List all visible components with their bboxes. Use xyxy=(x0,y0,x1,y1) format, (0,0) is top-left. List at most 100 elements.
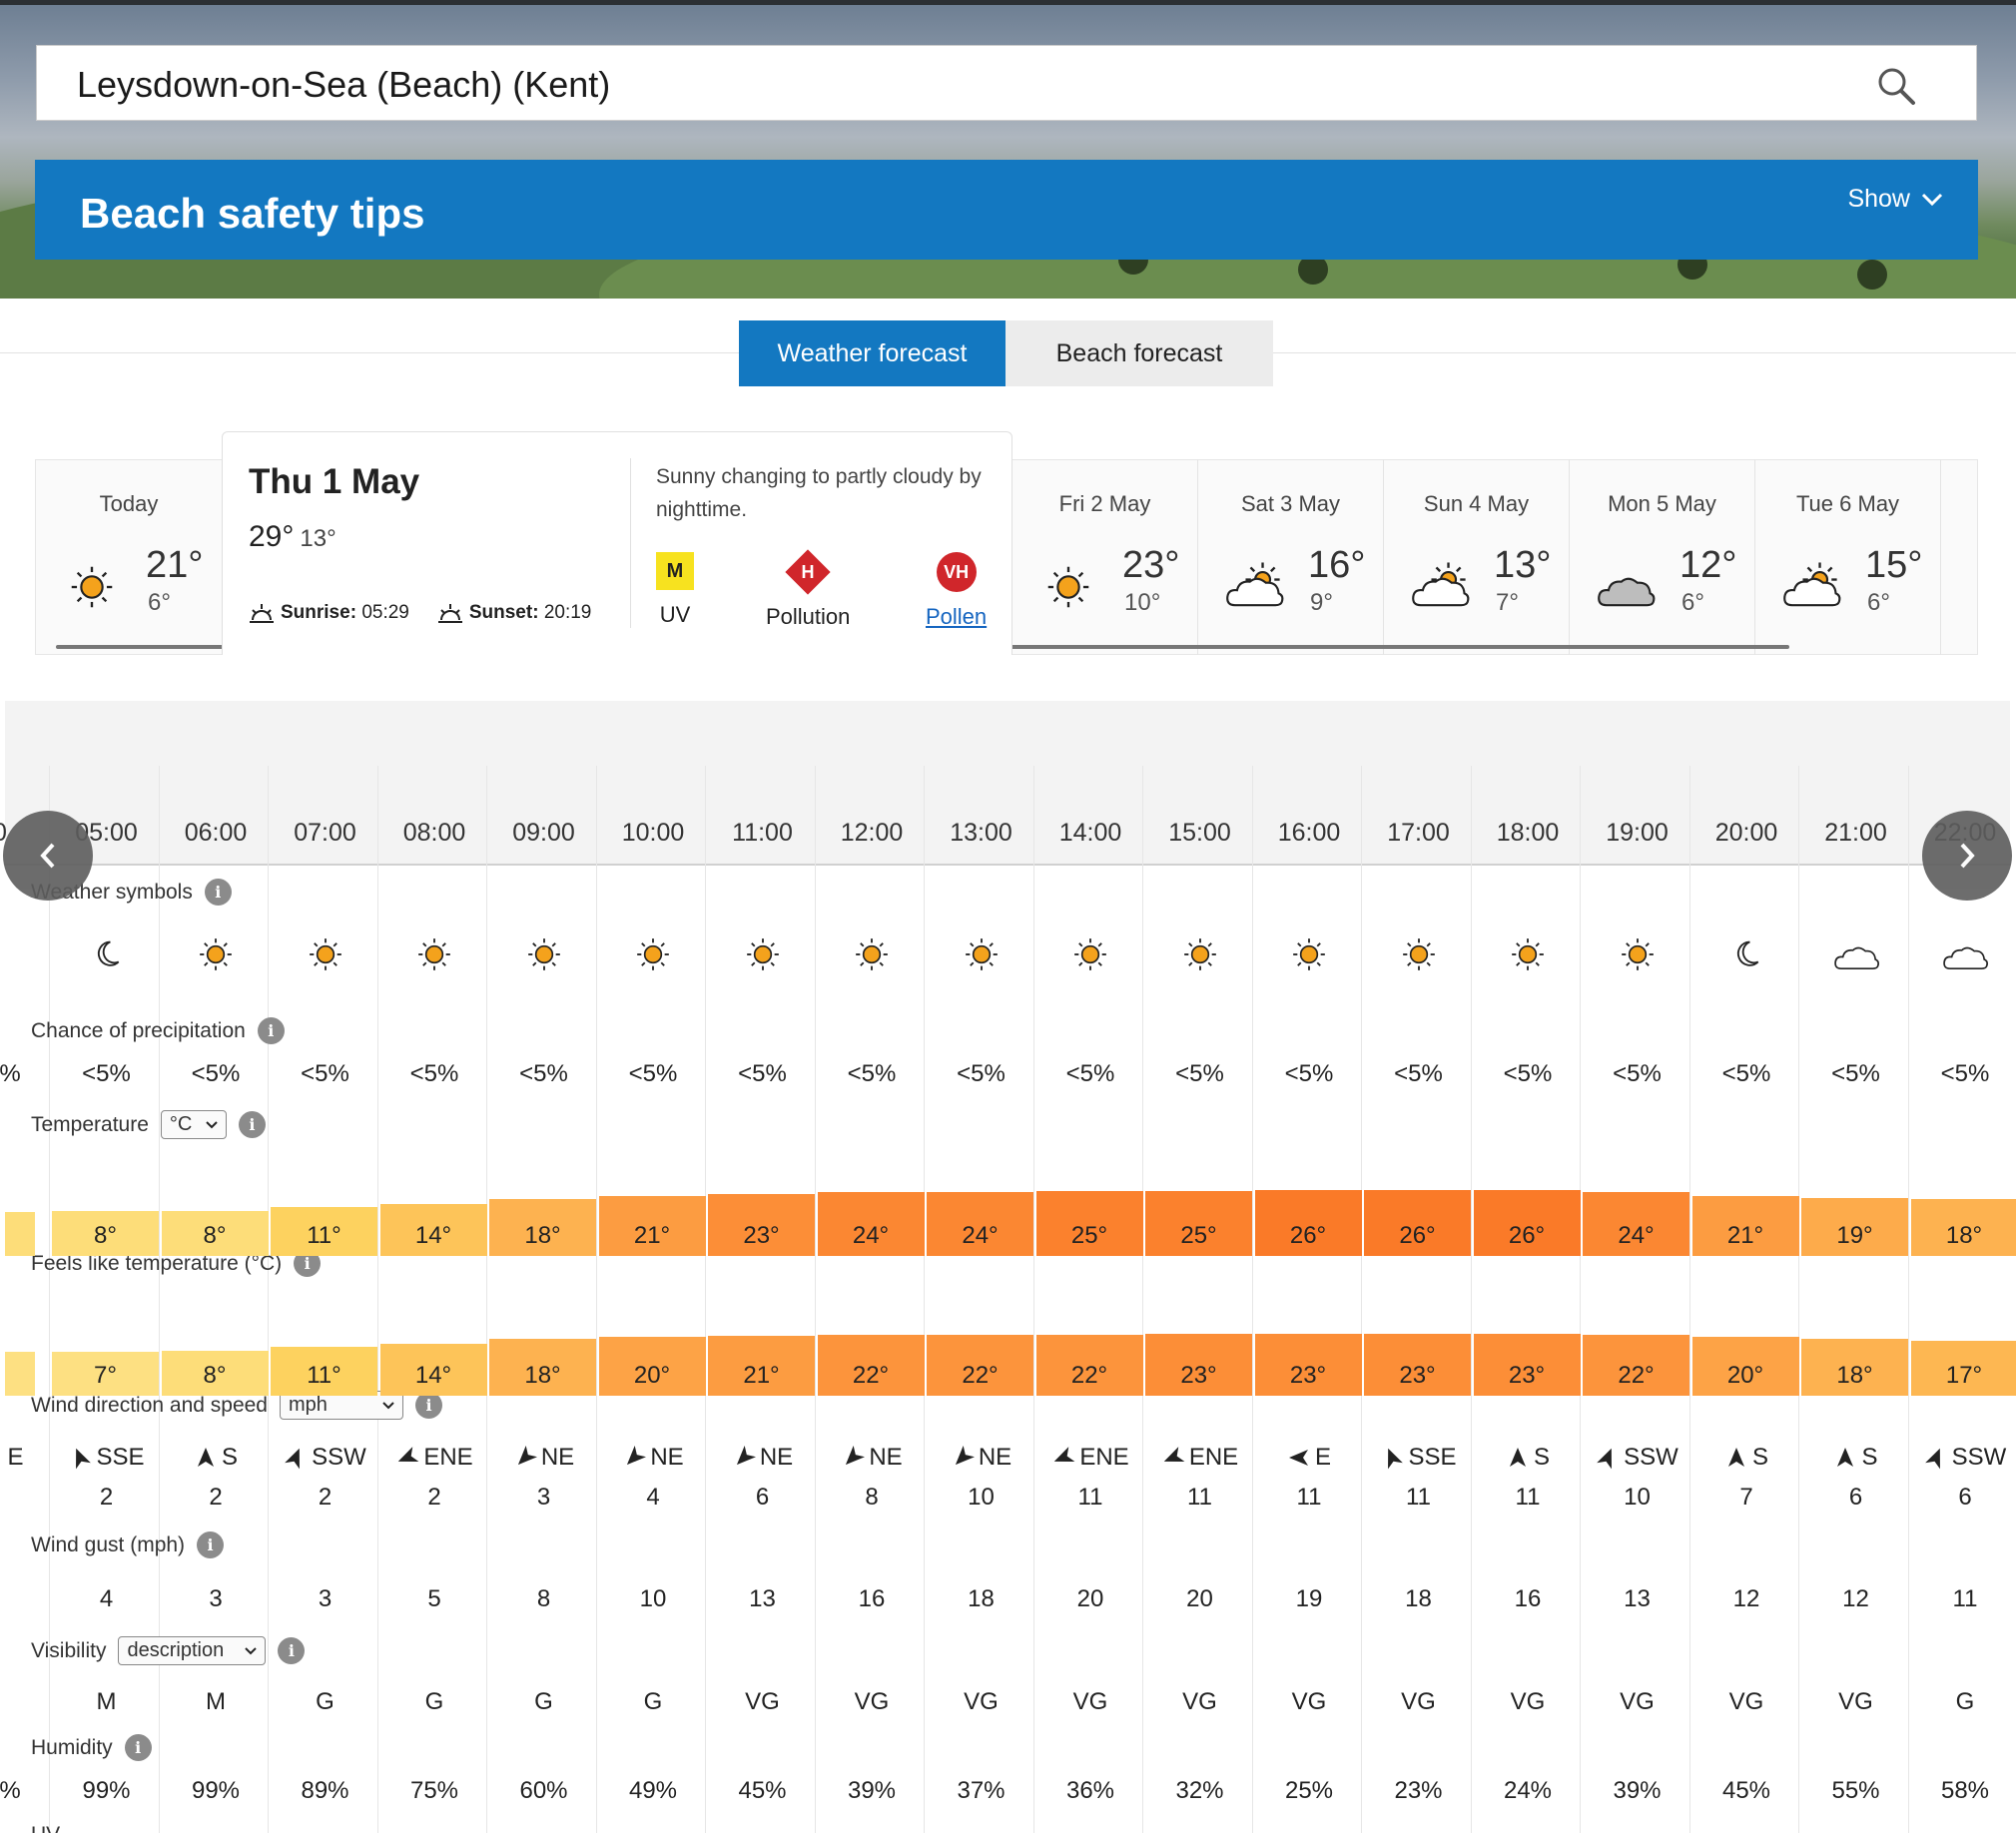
humidity-cell: 45% xyxy=(738,1777,787,1804)
hour-label: 18:00 xyxy=(1496,819,1560,847)
feels-like-cell: 22° xyxy=(1035,1334,1143,1396)
info-icon[interactable]: i xyxy=(414,1392,442,1419)
humidity-cell: 23% xyxy=(1394,1777,1443,1804)
uv-indicator[interactable]: M UV xyxy=(656,552,694,628)
day-card[interactable]: Tue 6 May 15° 6° xyxy=(1755,459,1941,655)
wind-arrow-icon xyxy=(1509,1448,1526,1467)
day-label: Sat 3 May xyxy=(1240,491,1341,516)
feels-like-cell: 20° xyxy=(1691,1337,1799,1396)
show-tips-button[interactable]: Show xyxy=(1847,185,1944,214)
humidity-cell: 24% xyxy=(1503,1777,1553,1804)
humidity-cell: 75% xyxy=(409,1777,459,1804)
uv-label: UV xyxy=(659,602,691,627)
visibility-cell: VG xyxy=(745,1688,780,1715)
info-icon[interactable]: i xyxy=(278,1637,306,1664)
hour-label: 19:00 xyxy=(1606,819,1669,847)
humidity-cell: 39% xyxy=(847,1777,897,1804)
tab-weather-forecast[interactable]: Weather forecast xyxy=(739,320,1006,386)
temperature-partial xyxy=(5,1212,35,1256)
feels-like-cell: 7° xyxy=(52,1352,159,1396)
scroll-left-button[interactable] xyxy=(3,811,93,901)
info-icon[interactable]: i xyxy=(257,1017,285,1044)
column-divider xyxy=(49,766,50,1833)
gust-cell: 4 xyxy=(99,1585,114,1612)
humidity-cell: 58% xyxy=(1940,1777,1990,1804)
temperature-label-text: Temperature xyxy=(31,1112,149,1136)
day-min-temp: 10° xyxy=(1124,589,1161,616)
day-min-temp: 6° xyxy=(1681,589,1704,616)
day-card[interactable]: Today 21° 6° xyxy=(36,459,223,655)
visibility-label-text: Visibility xyxy=(31,1638,107,1662)
precip-cell: <5% xyxy=(519,1060,568,1087)
wind-cell: S xyxy=(1474,1444,1583,1472)
precip-cell: <5% xyxy=(1284,1060,1334,1087)
day-card[interactable]: Sat 3 May 16° 9° xyxy=(1198,459,1384,655)
sun-icon xyxy=(71,566,113,608)
day-card-partial[interactable] xyxy=(1941,459,1977,655)
search-icon[interactable] xyxy=(1876,66,1916,106)
visibility-select[interactable]: description xyxy=(118,1636,267,1665)
info-icon[interactable]: i xyxy=(204,879,232,906)
feels-like-cell: 23° xyxy=(1364,1333,1471,1396)
precip-cell: <5% xyxy=(1940,1060,1990,1087)
visibility-cell: G xyxy=(534,1688,553,1715)
beach-safety-tips-panel: Beach safety tips Show xyxy=(35,160,1978,260)
info-icon[interactable]: i xyxy=(197,1531,225,1558)
day-label: Fri 2 May xyxy=(1058,491,1151,516)
temperature-cell: 25° xyxy=(1035,1191,1143,1256)
visibility-cell: VG xyxy=(1838,1688,1873,1715)
day-card[interactable]: Sun 4 May 13° 7° xyxy=(1384,459,1570,655)
hour-label: 12:00 xyxy=(840,819,904,847)
chevron-down-icon xyxy=(1921,193,1943,206)
wind-cell: ENE xyxy=(1145,1444,1254,1472)
weather-symbol-cell xyxy=(1036,926,1145,982)
pollution-indicator[interactable]: H Pollution xyxy=(766,549,850,630)
weather-symbol-cell xyxy=(927,926,1035,982)
feels-like-cell: 20° xyxy=(598,1337,706,1396)
show-label: Show xyxy=(1847,185,1910,213)
pollen-link[interactable]: Pollen xyxy=(926,604,987,630)
info-icon[interactable]: i xyxy=(124,1734,152,1761)
weather-symbol-cell xyxy=(162,926,271,982)
day-max-temp: 16° xyxy=(1308,544,1366,586)
tab-beach-forecast[interactable]: Beach forecast xyxy=(1006,320,1273,386)
feels-like-cell: 22° xyxy=(927,1334,1033,1396)
sunrise-label: Sunrise: xyxy=(281,602,357,624)
search-input[interactable]: Leysdown-on-Sea (Beach) (Kent) xyxy=(77,64,610,106)
tips-title: Beach safety tips xyxy=(80,190,425,237)
wind-arrow-icon xyxy=(1054,1447,1075,1462)
precip-cell: <5% xyxy=(191,1060,241,1087)
wind-arrow-icon xyxy=(1388,1448,1404,1470)
day-card[interactable]: Fri 2 May 23° 10° xyxy=(1012,459,1198,655)
wind-arrow-icon xyxy=(1288,1450,1308,1466)
selected-day-min: 13° xyxy=(300,525,336,552)
sun-cloud-icon xyxy=(1412,562,1470,607)
day-icon-wrap xyxy=(60,559,124,615)
feels-like-cell: 23° xyxy=(1473,1333,1581,1396)
wind-direction: SSW xyxy=(1951,1444,2007,1471)
day-card[interactable]: Mon 5 May 12° 6° xyxy=(1570,459,1755,655)
scroll-right-button[interactable] xyxy=(1922,811,2012,901)
temperature-cell: 26° xyxy=(1364,1190,1471,1256)
selected-day-max: 29° xyxy=(249,520,295,553)
weather-symbol-cell xyxy=(708,926,817,982)
grey-cloud-icon xyxy=(1598,577,1656,607)
humidity-cell: 49% xyxy=(628,1777,678,1804)
feels-like-partial xyxy=(5,1352,35,1396)
location-search[interactable]: Leysdown-on-Sea (Beach) (Kent) xyxy=(36,45,1977,121)
temperature-cell: 11° xyxy=(271,1207,377,1256)
sunrise: Sunrise: 05:29 xyxy=(249,602,409,624)
info-icon[interactable]: i xyxy=(238,1111,266,1138)
temperature-unit-select[interactable]: °C xyxy=(160,1110,227,1139)
day-min-temp: 7° xyxy=(1496,589,1519,616)
gust-cell: 8 xyxy=(536,1585,551,1612)
wind-speed-cell: 4 xyxy=(646,1484,660,1511)
day-label: Sun 4 May xyxy=(1423,491,1530,516)
sun-cloud-icon xyxy=(1226,562,1284,607)
wind-speed-cell: 11 xyxy=(1077,1484,1103,1511)
precipitation-label: Chance of precipitation i xyxy=(31,1017,285,1044)
wind-arrow-icon xyxy=(846,1446,866,1466)
pollen-indicator[interactable]: VH Pollen xyxy=(926,552,987,630)
hour-label: 08:00 xyxy=(402,819,466,847)
visibility-cell: G xyxy=(1955,1688,1975,1715)
